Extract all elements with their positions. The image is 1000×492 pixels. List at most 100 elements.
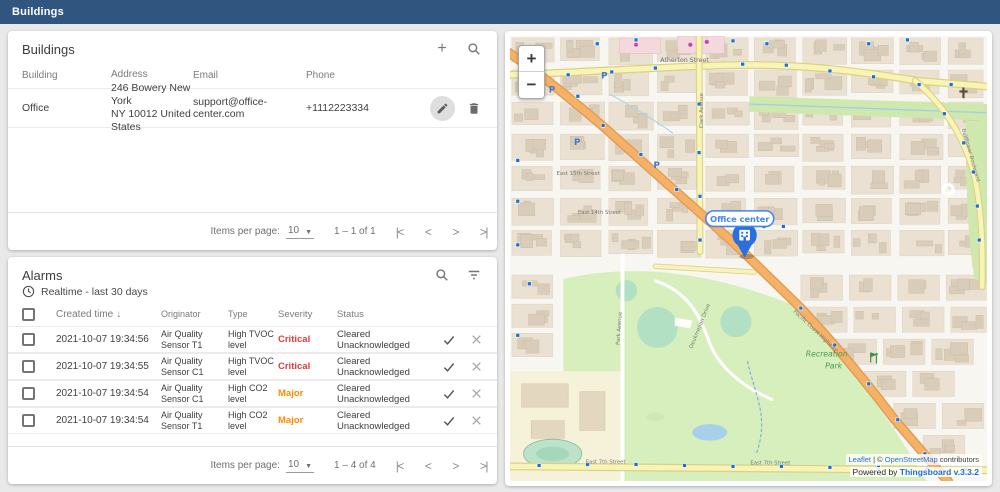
map-canvas[interactable]: Atherton Street East 15th Street East 14… [510,36,987,481]
col-header-status[interactable]: Status [337,309,431,320]
building-name: Office [22,102,111,114]
svg-text:P: P [653,161,660,171]
prev-page-button[interactable]: < [425,459,431,473]
map-ballfield [720,306,751,337]
buildings-paginator: Items per page: 10 ▼ 1 – 1 of 1 |< < > >… [8,212,497,250]
buildings-card: Buildings + Building Address Email Phone [8,31,497,250]
col-header-type[interactable]: Type [228,309,278,320]
next-page-button[interactable]: > [452,225,458,239]
clock-icon [22,285,35,298]
map-ballfield [637,307,678,348]
buildings-card-title: Buildings [22,42,75,57]
row-checkbox[interactable] [22,387,35,400]
zoom-in-button[interactable]: + [519,46,544,72]
col-header-created-time[interactable]: Created time↓ [56,309,161,320]
building-phone: +1112223334 [306,102,425,114]
edit-building-button[interactable] [430,96,455,121]
building-address: 246 Bowery New York NY 10012 United Stat… [111,82,193,135]
alarms-time-window[interactable]: Realtime - last 30 days [8,284,497,302]
leaflet-link[interactable]: Leaflet [849,455,872,464]
items-per-page-select[interactable]: 10 ▼ [286,225,314,239]
map-zoom-control: + − [518,45,545,99]
search-button[interactable] [465,40,483,58]
alarms-card-header: Alarms [8,257,497,284]
buildings-table-header: Building Address Email Phone [8,62,497,88]
alarm-row[interactable]: 2021-10-07 19:34:56 Air Quality Sensor T… [8,326,497,353]
office-tooltip[interactable]: Office center [706,211,774,227]
svg-text:East 14th Street: East 14th Street [578,210,621,216]
buildings-card-header: Buildings + [8,31,497,62]
acknowledge-icon[interactable] [442,414,456,428]
acknowledge-icon[interactable] [442,333,456,347]
col-header-severity[interactable]: Severity [278,309,337,320]
alarm-type: High TVOC level [228,356,278,378]
last-page-button[interactable]: >| [480,459,487,473]
trash-icon [467,101,481,116]
acknowledge-icon[interactable] [442,387,456,401]
building-table-row[interactable]: Office 246 Bowery New York NY 10012 Unit… [8,88,497,128]
alarm-severity: Major [278,388,337,399]
page-title: Buildings [12,6,64,18]
alarms-paginator: Items per page: 10 ▼ 1 – 4 of 4 |< < > >… [8,446,497,484]
alarm-row[interactable]: 2021-10-07 19:34:55 Air Quality Sensor C… [8,353,497,380]
alarms-search-button[interactable] [433,266,451,284]
alarm-severity: Major [278,415,337,426]
search-icon [435,268,449,282]
col-header-phone[interactable]: Phone [306,70,425,81]
map-viewport[interactable]: + − [510,36,987,481]
col-header-building[interactable]: Building [22,70,111,81]
app-header: Buildings [0,0,1000,24]
alarm-row[interactable]: 2021-10-07 19:34:54 Air Quality Sensor C… [8,380,497,407]
zoom-out-button[interactable]: − [519,72,544,98]
alarms-filter-button[interactable] [465,266,483,284]
items-per-page-label: Items per page: [210,226,279,237]
add-building-button[interactable]: + [433,40,451,58]
alarm-status: Cleared Unacknowledged [337,356,431,378]
osm-link[interactable]: OpenStreetMap [885,455,938,464]
alarm-created-time: 2021-10-07 19:34:56 [56,334,161,345]
col-header-originator[interactable]: Originator [161,309,228,320]
col-header-address[interactable]: Address [111,69,193,82]
first-page-button[interactable]: |< [396,225,403,239]
alarm-status: Cleared Unacknowledged [337,329,431,351]
row-checkbox[interactable] [22,414,35,427]
map-attribution: Leaflet | © OpenStreetMap contributors [846,454,983,465]
alarm-created-time: 2021-10-07 19:34:54 [56,388,161,399]
svg-text:Atherton Street: Atherton Street [660,57,709,64]
alarm-created-time: 2021-10-07 19:34:54 [56,415,161,426]
caret-down-icon: ▼ [305,229,312,236]
svg-text:P: P [549,85,556,95]
alarms-subtitle: Realtime - last 30 days [41,286,148,298]
alarm-created-time: 2021-10-07 19:34:55 [56,361,161,372]
first-page-button[interactable]: |< [396,459,403,473]
alarms-card: Alarms Realtime - last 30 days [8,257,497,484]
acknowledge-icon[interactable] [442,360,456,374]
prev-page-button[interactable]: < [425,225,431,239]
col-header-email[interactable]: Email [193,70,306,81]
svg-text:P: P [601,72,608,82]
alarm-row[interactable]: 2021-10-07 19:34:54 Air Quality Sensor T… [8,407,497,434]
last-page-button[interactable]: >| [480,225,487,239]
clear-icon[interactable] [470,387,483,400]
items-per-page-label: Items per page: [210,460,279,471]
dashboard-page: Buildings Buildings + Building Add [0,0,1000,492]
powered-by: Powered by Thingsboard v.3.3.2 [850,467,982,477]
map-pond [692,424,727,441]
caret-down-icon: ▼ [305,463,312,470]
thingsboard-link[interactable]: Thingsboard v.3.3.2 [900,467,979,477]
next-page-button[interactable]: > [452,459,458,473]
svg-text:East 7th Street: East 7th Street [586,460,626,466]
alarm-originator: Air Quality Sensor C1 [161,383,228,405]
items-per-page-select[interactable]: 10 ▼ [286,459,314,473]
clear-icon[interactable] [470,333,483,346]
map-card: + − [505,31,992,486]
select-all-checkbox[interactable] [22,308,35,321]
alarms-card-title: Alarms [22,268,62,283]
clear-icon[interactable] [470,414,483,427]
clear-icon[interactable] [470,360,483,373]
alarm-originator: Air Quality Sensor T1 [161,329,228,351]
row-checkbox[interactable] [22,360,35,373]
search-icon [467,42,481,56]
row-checkbox[interactable] [22,333,35,346]
delete-building-button[interactable] [465,99,483,117]
